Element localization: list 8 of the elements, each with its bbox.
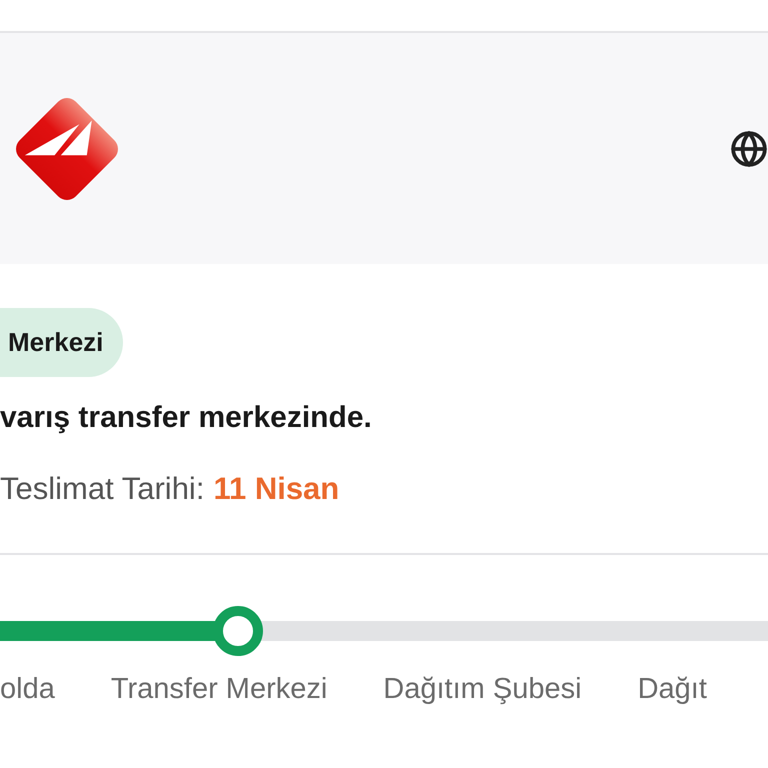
- step-label: Dağıt: [638, 673, 707, 706]
- step-label: Transfer Merkezi: [110, 673, 328, 706]
- step-label: Dağıtım Şubesi: [383, 673, 582, 706]
- delivery-date: 11 Nisan: [213, 471, 340, 507]
- delivery-label: Teslimat Tarihi:: [0, 471, 204, 507]
- step-label: olda: [0, 673, 55, 706]
- status-badge: Merkezi: [0, 308, 124, 377]
- status-message: varış transfer merkezinde.: [0, 401, 373, 435]
